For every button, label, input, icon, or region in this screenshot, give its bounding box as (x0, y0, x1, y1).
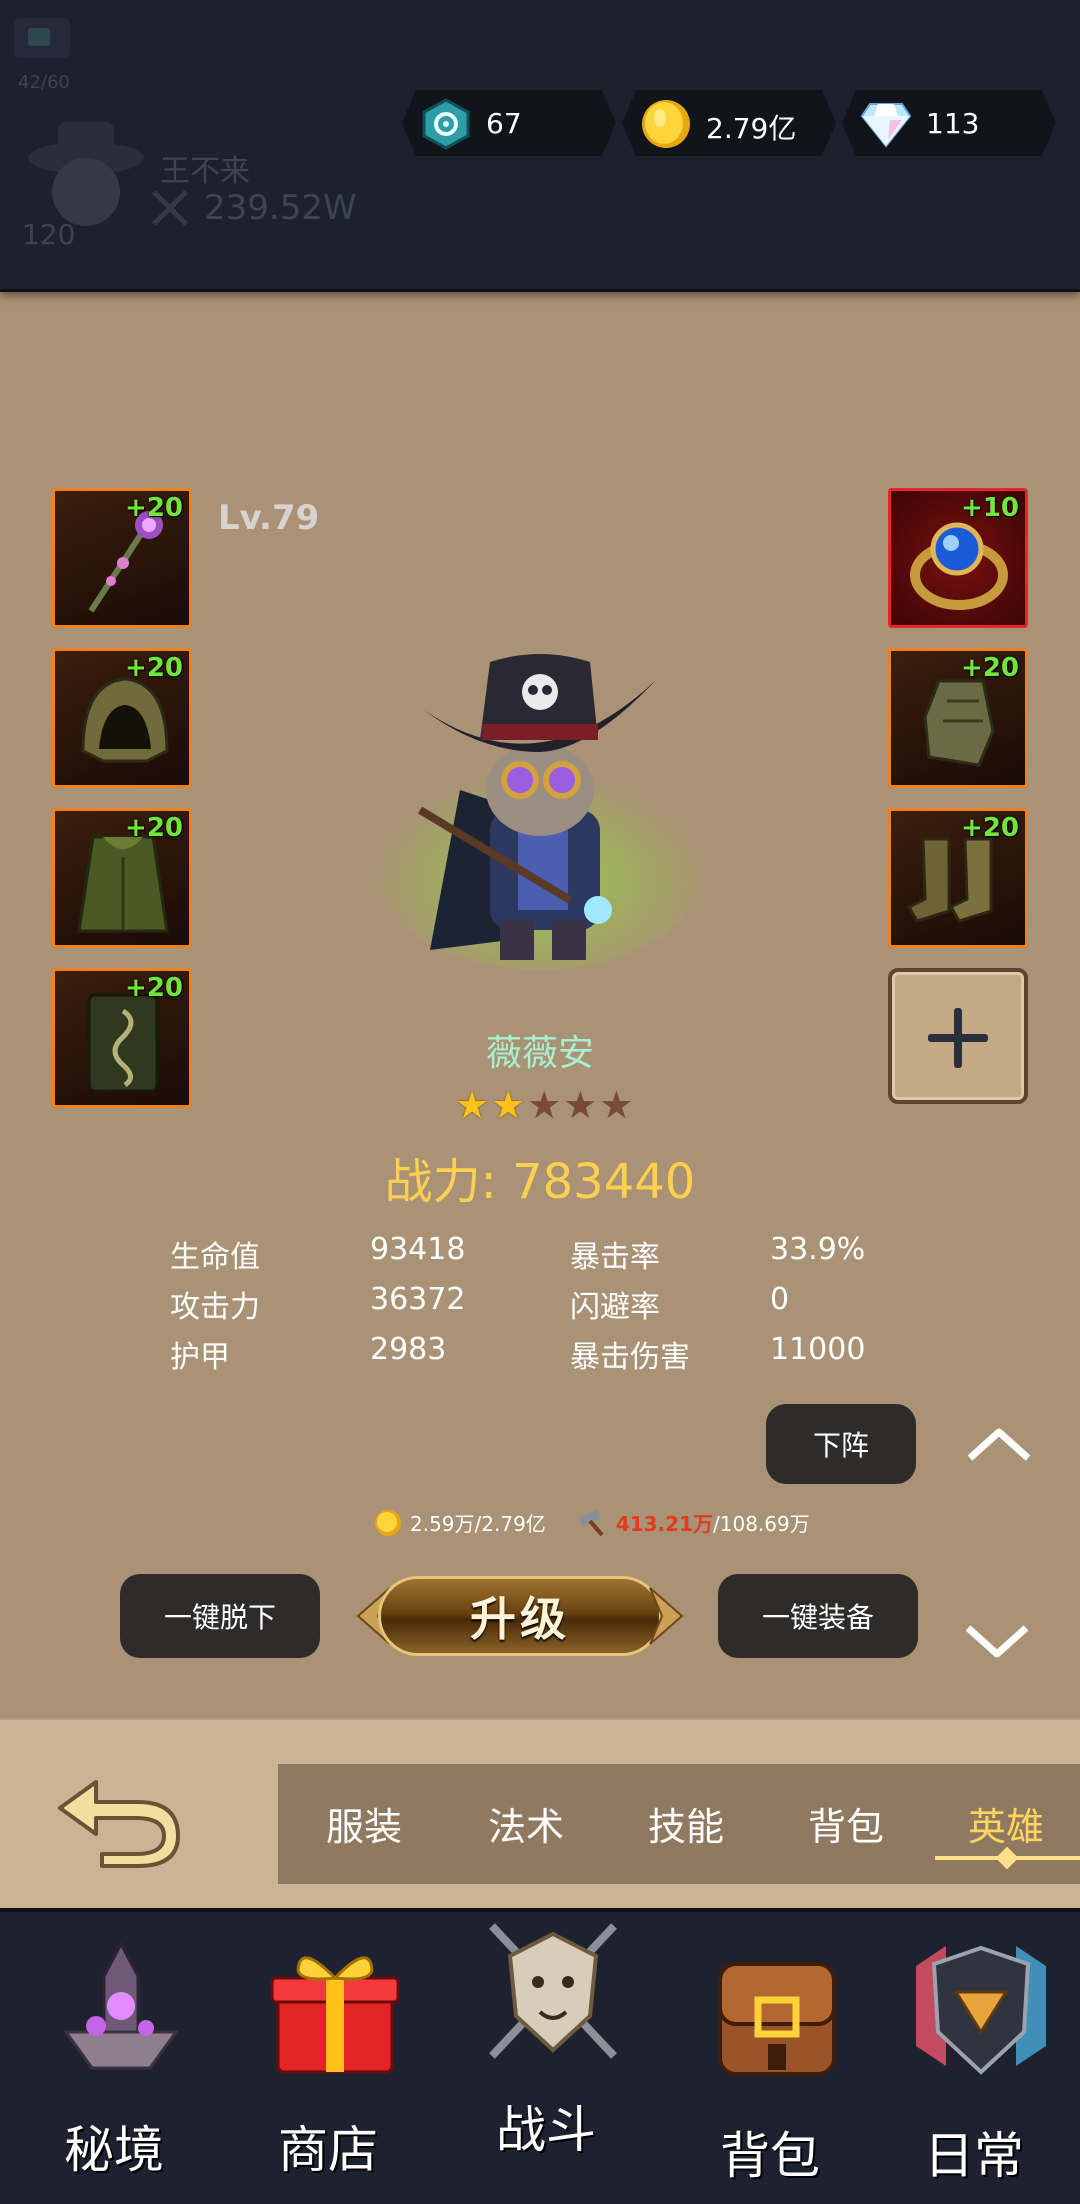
player-name: 王不来 (160, 154, 250, 189)
nav-shop[interactable]: 商店 (228, 1912, 428, 2204)
upgrade-cost: 2.59万/2.79亿 413.21万/108.69万 (374, 1508, 810, 1537)
gold-cost: 2.59万/2.79亿 (410, 1512, 546, 1536)
ornament-icon (649, 1587, 684, 1645)
gold-coin-icon (375, 1509, 401, 1536)
nav-label: 秘境 (64, 2121, 164, 2179)
gold-count: 2.79亿 (706, 112, 797, 145)
unequip-all-button[interactable]: 一键脱下 (120, 1574, 320, 1658)
bottom-navigation: 秘境 商店 战斗 背包 日常 (0, 1908, 1080, 2204)
stage-progress: 42/60 (18, 72, 70, 93)
material-cost-owned: /108.69万 (713, 1512, 810, 1536)
hero-name: 薇薇安 (485, 1033, 594, 1074)
enhance-level: +20 (125, 653, 183, 683)
hero-power: 战力: 783440 (384, 1154, 696, 1210)
gold-currency[interactable]: 2.79亿 (622, 90, 836, 156)
hp-label: 生命值 (170, 1240, 260, 1275)
equip-slot-helmet[interactable]: +20 (52, 648, 192, 788)
tab-bag[interactable]: 背包 (808, 1796, 884, 1851)
enhance-level: +20 (961, 653, 1019, 683)
enhance-level: +10 (961, 493, 1019, 523)
crossed-swords-icon (152, 190, 188, 226)
stage-badge-icon[interactable] (14, 18, 70, 58)
dodge-label: 闪避率 (570, 1290, 660, 1325)
equip-slot-weapon[interactable]: +20 (52, 488, 192, 628)
crit-rate-label: 暴击率 (570, 1240, 660, 1275)
atk-value: 36372 (370, 1282, 466, 1317)
gold-coin-icon (640, 98, 692, 150)
forge-hammer-icon (579, 1509, 604, 1536)
star-icon: ★ (563, 1083, 598, 1127)
armor-value: 2983 (370, 1332, 447, 1367)
tab-costume[interactable]: 服装 (326, 1796, 402, 1851)
nav-bag[interactable]: 背包 (670, 1912, 870, 2204)
star-icon: ★ (455, 1083, 490, 1127)
nav-label: 商店 (278, 2121, 378, 2179)
crystal-icon (420, 98, 472, 150)
player-power: 239.52W (150, 188, 357, 228)
equip-slot-boots[interactable]: +20 (888, 808, 1028, 948)
enhance-level: +20 (125, 973, 183, 1003)
tab-hero[interactable]: 英雄 (968, 1796, 1044, 1851)
equip-slot-gloves[interactable]: +20 (888, 648, 1028, 788)
diamond-currency[interactable]: 113 (842, 90, 1056, 156)
atk-label: 攻击力 (170, 1290, 260, 1325)
tab-spells[interactable]: 法术 (488, 1796, 564, 1851)
nav-secret-realm[interactable]: 秘境 (14, 1912, 214, 2204)
lion-crest-icon (489, 1923, 617, 2059)
armor-label: 护甲 (170, 1340, 230, 1375)
crit-rate-value: 33.9% (770, 1232, 866, 1267)
tab-bar: 服装 法术 技能 背包 英雄 (278, 1764, 1080, 1884)
star-icon: ★ (491, 1083, 526, 1127)
nav-label: 战斗 (496, 2101, 596, 2159)
dodge-value: 0 (770, 1282, 790, 1317)
gift-box-icon (270, 1956, 400, 2074)
player-level: 120 (22, 218, 76, 251)
nav-daily[interactable]: 日常 (874, 1912, 1074, 2204)
hero-portrait[interactable] (340, 640, 740, 980)
upgrade-button[interactable]: 升级 (350, 1566, 690, 1666)
back-arrow-icon[interactable] (52, 1762, 188, 1872)
chevron-up-icon[interactable] (964, 1424, 1034, 1464)
enhance-level: +20 (125, 813, 183, 843)
nav-label: 日常 (924, 2127, 1024, 2185)
hero-star-rating: ★ ★ ★ ★ ★ (455, 1086, 633, 1124)
enhance-level: +20 (125, 493, 183, 523)
nav-label: 背包 (720, 2127, 820, 2185)
hp-value: 93418 (370, 1232, 466, 1267)
material-cost-required: 413.21万 (615, 1512, 713, 1536)
player-power-value: 239.52W (204, 188, 357, 228)
nav-battle[interactable]: 战斗 (446, 1912, 646, 2204)
star-icon: ★ (527, 1083, 562, 1127)
satchel-icon (718, 1962, 836, 2076)
equip-all-button[interactable]: 一键装备 (718, 1574, 918, 1658)
shield-emblem-icon (916, 1945, 1046, 2075)
enhance-level: +20 (961, 813, 1019, 843)
crystal-currency[interactable]: 67 (402, 90, 616, 156)
diamond-count: 113 (926, 107, 980, 140)
hero-level: Lv.79 (218, 498, 320, 538)
star-icon: ★ (599, 1083, 634, 1127)
crit-dmg-value: 11000 (770, 1332, 866, 1367)
top-bar: 42/60 120 王不来 239.52W 67 2.79亿 113 (0, 0, 1080, 292)
equip-slot-armor[interactable]: +20 (52, 808, 192, 948)
crystal-count: 67 (486, 107, 522, 140)
floating-island-icon (63, 1940, 179, 2070)
dismiss-button[interactable]: 下阵 (766, 1404, 916, 1484)
diamond-icon (860, 98, 912, 150)
equip-slot-ring[interactable]: +10 (888, 488, 1028, 628)
crit-dmg-label: 暴击伤害 (570, 1340, 690, 1375)
tab-skills[interactable]: 技能 (648, 1796, 724, 1851)
chevron-down-icon[interactable] (962, 1622, 1032, 1662)
upgrade-label: 升级 (378, 1576, 662, 1656)
